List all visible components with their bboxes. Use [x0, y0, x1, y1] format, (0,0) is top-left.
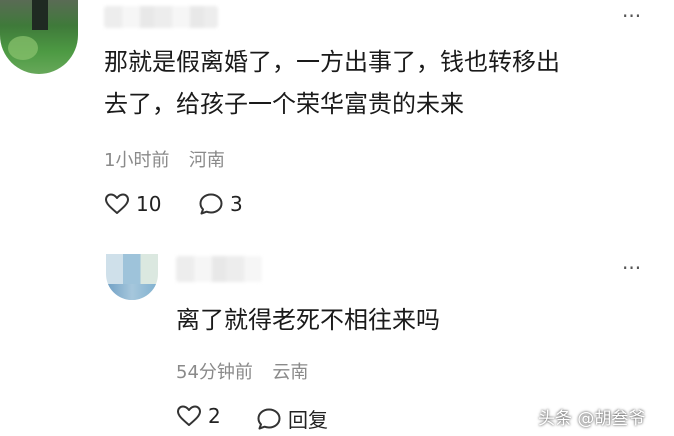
more-dots-icon[interactable]: ··· [622, 258, 641, 278]
username-blurred[interactable] [104, 6, 218, 28]
like-count: 10 [136, 192, 162, 216]
comment-text-line-1: 那就是假离婚了，一方出事了，钱也转移出 [104, 48, 560, 76]
reply-username-blurred[interactable] [176, 256, 262, 282]
heart-icon [105, 193, 129, 214]
avatar-detail [106, 284, 158, 300]
reply-time: 54分钟前 [176, 362, 253, 383]
avatar-detail [8, 36, 38, 60]
comment-bubble-icon [257, 408, 281, 429]
reply-like-count: 2 [208, 404, 221, 428]
more-dots-icon[interactable]: ··· [622, 6, 641, 26]
like-button[interactable]: 10 [104, 192, 161, 216]
avatar[interactable] [0, 0, 78, 74]
comment-location: 河南 [188, 150, 225, 171]
avatar-detail [32, 0, 48, 30]
comment-text-line-2: 去了，给孩子一个荣华富贵的未来 [104, 90, 464, 118]
comment-button[interactable]: 3 [198, 192, 243, 216]
watermark: 头条 @胡叁爷 [538, 409, 646, 429]
reply-count: 3 [230, 192, 243, 216]
reply-location: 云南 [272, 362, 309, 383]
reply-like-button[interactable]: 2 [176, 404, 221, 428]
reply-text: 离了就得老死不相往来吗 [176, 306, 440, 334]
reply-avatar[interactable] [106, 254, 158, 300]
comment-time: 1小时前 [104, 150, 170, 171]
comment-bubble-icon [199, 193, 223, 215]
heart-icon [177, 405, 201, 426]
comment-meta: 1小时前 河南 [104, 146, 225, 172]
reply-button[interactable]: 回复 [256, 404, 328, 433]
reply-meta: 54分钟前 云南 [176, 358, 308, 384]
reply-label: 回复 [288, 408, 328, 432]
